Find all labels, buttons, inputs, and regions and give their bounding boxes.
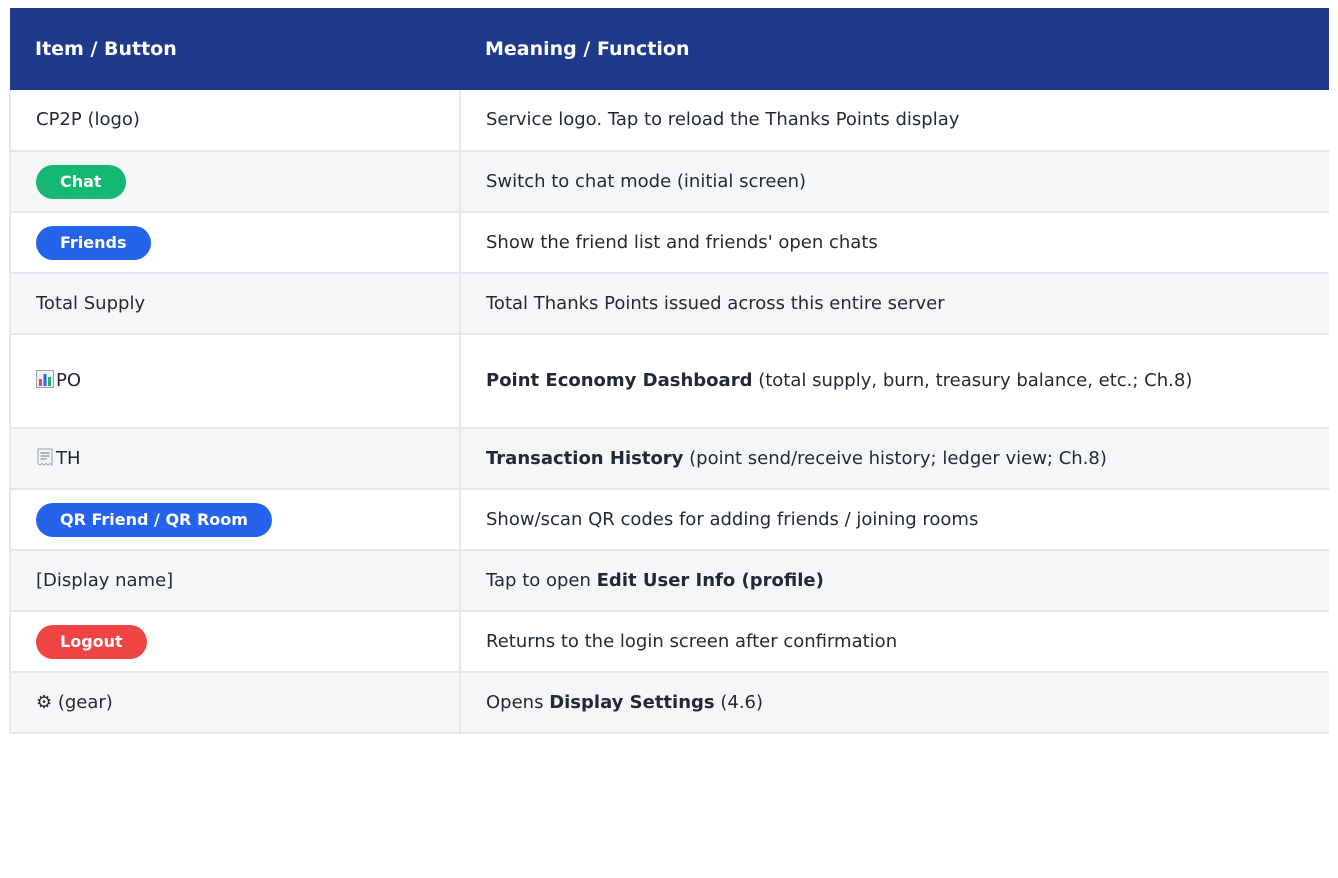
item-cell: PO <box>9 334 461 429</box>
table-row: Friends Show the friend list and friends… <box>9 212 1329 274</box>
meaning-cell: Point Economy Dashboard (total supply, b… <box>460 334 1329 429</box>
table-row: ⚙ (gear) Opens Display Settings (4.6) <box>9 672 1329 734</box>
receipt-icon <box>37 448 53 466</box>
item-cell: Friends <box>9 212 461 274</box>
meaning-cell: Show the friend list and friends' open c… <box>460 212 1329 274</box>
meaning-pre: Tap to open <box>486 569 597 591</box>
table-row: [Display name] Tap to open Edit User Inf… <box>9 550 1329 612</box>
table-header-row: Item / Button Meaning / Function <box>10 8 1329 90</box>
meaning-cell: Returns to the login screen after confir… <box>460 611 1329 673</box>
chat-button[interactable]: Chat <box>36 164 126 199</box>
table-row: QR Friend / QR Room Show/scan QR codes f… <box>9 489 1329 551</box>
item-cell: [Display name] <box>9 550 461 612</box>
item-cell: CP2P (logo) <box>9 90 461 152</box>
meaning-cell: Transaction History (point send/receive … <box>460 428 1329 490</box>
reference-table: Item / Button Meaning / Function CP2P (l… <box>9 8 1329 734</box>
qr-friend-room-button[interactable]: QR Friend / QR Room <box>36 502 272 537</box>
reference-table-container: Item / Button Meaning / Function CP2P (l… <box>9 8 1329 878</box>
meaning-cell: Show/scan QR codes for adding friends / … <box>460 489 1329 551</box>
gear-icon-label: ⚙ (gear) <box>36 691 113 713</box>
meaning-cell: Service logo. Tap to reload the Thanks P… <box>460 90 1329 152</box>
meaning-cell: Total Thanks Points issued across this e… <box>460 273 1329 335</box>
header-meaning: Meaning / Function <box>460 8 1329 90</box>
meaning-bold: Edit User Info (profile) <box>596 569 824 591</box>
logout-button[interactable]: Logout <box>36 624 147 659</box>
meaning-bold: Point Economy Dashboard <box>486 370 753 391</box>
item-cell: QR Friend / QR Room <box>9 489 461 551</box>
bar-chart-icon <box>36 370 54 388</box>
item-cell: ⚙ (gear) <box>9 672 461 734</box>
friends-button[interactable]: Friends <box>36 225 151 260</box>
meaning-pre: Opens <box>486 691 550 713</box>
item-cell: TH <box>9 428 461 490</box>
table-row: Total Supply Total Thanks Points issued … <box>9 273 1329 335</box>
meaning-rest: (point send/receive history; ledger view… <box>683 447 1107 469</box>
meaning-cell: Switch to chat mode (initial screen) <box>460 151 1329 213</box>
item-cell: Logout <box>9 611 461 673</box>
item-cell: Chat <box>9 151 461 213</box>
meaning-bold: Transaction History <box>486 447 684 469</box>
header-item: Item / Button <box>10 8 460 90</box>
table-row: PO Point Economy Dashboard (total supply… <box>9 334 1329 429</box>
meaning-cell: Tap to open Edit User Info (profile) <box>460 550 1329 612</box>
meaning-rest: (total supply, burn, treasury balance, e… <box>752 370 1193 391</box>
meaning-rest: (4.6) <box>714 691 764 713</box>
table-row: Chat Switch to chat mode (initial screen… <box>9 151 1329 213</box>
item-label: PO <box>56 370 82 391</box>
meaning-bold: Display Settings <box>549 691 715 713</box>
meaning-cell: Opens Display Settings (4.6) <box>460 672 1329 734</box>
table-row: CP2P (logo) Service logo. Tap to reload … <box>9 90 1329 152</box>
item-cell: Total Supply <box>9 273 461 335</box>
table-row: Logout Returns to the login screen after… <box>9 611 1329 673</box>
table-row: TH Transaction History (point send/recei… <box>9 428 1329 490</box>
item-label: TH <box>56 447 81 469</box>
